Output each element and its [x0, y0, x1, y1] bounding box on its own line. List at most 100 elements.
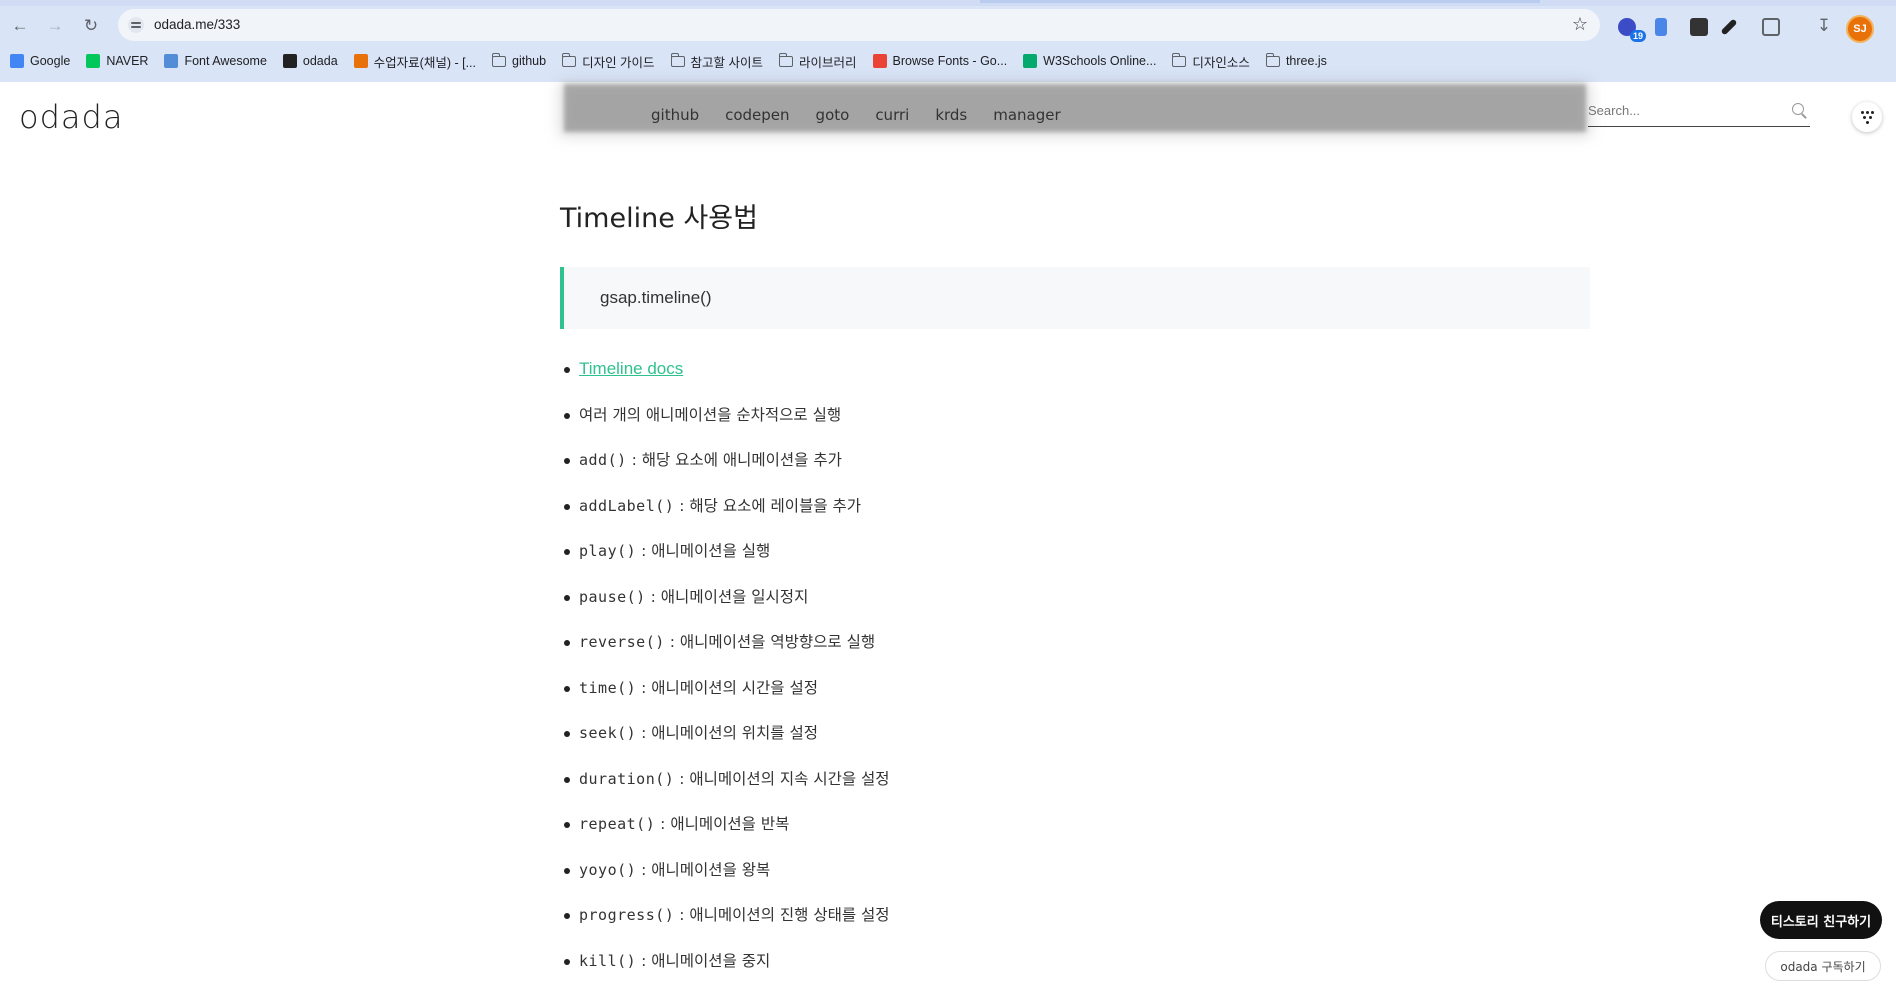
bookmark-item[interactable]: odada [282, 54, 338, 68]
method-code: yoyo() [579, 860, 637, 879]
list-item: seek() : 애니메이션의 위치를 설정 [560, 722, 890, 768]
bookmark-item[interactable]: 참고할 사이트 [670, 52, 764, 71]
bookmarks-bar: Google NAVER Font Awesome odada 수업자료(채널) - [… [0, 50, 1896, 72]
site-logo[interactable]: odada [19, 98, 123, 136]
list-item: addLabel() : 해당 요소에 레이블을 추가 [560, 495, 890, 541]
nav-manager[interactable]: manager [993, 106, 1060, 124]
bookmark-item[interactable]: NAVER [86, 54, 148, 68]
bookmark-item[interactable]: W3Schools Online... [1023, 54, 1156, 68]
method-code: progress() [579, 906, 675, 924]
bookmark-label: 수업자료(채널) - [... [373, 55, 476, 70]
nav-codepen[interactable]: codepen [725, 106, 789, 124]
flag-icon [164, 54, 179, 68]
nav-github[interactable]: github [651, 106, 699, 124]
reload-icon[interactable]: ↻ [79, 14, 103, 38]
method-code: time() [579, 678, 637, 697]
profile-avatar[interactable]: SJ [1846, 15, 1874, 43]
menu-grid-button[interactable] [1852, 102, 1882, 132]
list-item: Timeline docs [560, 358, 890, 404]
bookmark-label: three.js [1285, 54, 1327, 68]
back-icon[interactable]: ← [8, 14, 32, 38]
nav-goto[interactable]: goto [816, 106, 850, 124]
code-blockquote: gsap.timeline() [560, 267, 1590, 329]
timeline-docs-link[interactable]: Timeline docs [579, 359, 683, 378]
method-code: seek() [579, 724, 637, 742]
list-item: 여러 개의 애니메이션을 순차적으로 실행 [560, 404, 890, 450]
list-item: kill() : 애니메이션을 중지 [560, 950, 890, 996]
bookmark-item[interactable]: 디자인 가이드 [562, 52, 655, 71]
bookmark-label: Font Awesome [184, 54, 267, 68]
nav-curri[interactable]: curri [875, 106, 909, 124]
folder-icon [492, 52, 506, 67]
method-code: pause() [579, 587, 646, 606]
w3schools-icon [1023, 54, 1038, 68]
list-item: progress() : 애니메이션의 진행 상태를 설정 [560, 904, 890, 950]
method-code: repeat() [579, 815, 656, 833]
list-item: duration() : 애니메이션의 지속 시간을 설정 [560, 768, 890, 814]
bookmark-label: 라이브러리 [799, 55, 857, 70]
method-description: 여러 개의 애니메이션을 순차적으로 실행 [579, 405, 842, 424]
google-icon [10, 54, 24, 68]
bookmark-star-icon[interactable]: ☆ [1572, 14, 1588, 35]
odada-icon [282, 54, 297, 68]
method-code: addLabel() [579, 496, 675, 515]
bookmark-item[interactable]: 수업자료(채널) - [... [353, 52, 476, 71]
method-code: duration() [579, 769, 675, 788]
list-item: repeat() : 애니메이션을 반복 [560, 813, 890, 859]
extension-capture-icon[interactable] [1690, 18, 1708, 36]
tistory-friend-button[interactable]: 티스토리 친구하기 [1760, 901, 1882, 939]
extension-badge: 19 [1630, 30, 1647, 42]
bookmark-item[interactable]: github [492, 52, 546, 68]
eyedropper-icon[interactable] [1720, 18, 1738, 36]
bookmark-label: W3Schools Online... [1043, 54, 1157, 68]
site-info-icon[interactable] [128, 17, 144, 33]
search-input[interactable] [1588, 96, 1778, 124]
bookmark-item[interactable]: three.js [1265, 52, 1327, 68]
quote-text: gsap.timeline() [600, 288, 712, 307]
method-list: Timeline docs 여러 개의 애니메이션을 순차적으로 실행 add()… [560, 358, 890, 995]
extension-docs-icon[interactable] [1655, 18, 1667, 36]
bookmark-item[interactable]: 디자인소스 [1172, 52, 1250, 71]
folder-icon [1265, 52, 1280, 67]
search-icon[interactable] [1792, 103, 1804, 115]
folder-icon [779, 52, 794, 67]
browser-toolbar: ← → ↻ odada.me/333 ☆ 19 ↧ SJ [0, 6, 1896, 44]
method-code: reverse() [579, 633, 665, 651]
method-description: : 애니메이션의 위치를 설정 [636, 724, 818, 742]
list-item: reverse() : 애니메이션을 역방향으로 실행 [560, 631, 890, 677]
folder-icon [562, 52, 577, 67]
forward-icon[interactable]: → [43, 14, 67, 38]
list-item: play() : 애니메이션을 실행 [560, 540, 890, 586]
method-description: : 해당 요소에 레이블을 추가 [674, 496, 862, 515]
method-description: : 애니메이션을 일시정지 [645, 587, 809, 606]
bookmark-item[interactable]: Google [10, 54, 70, 68]
method-code: kill() [579, 951, 637, 970]
method-description: : 애니메이션의 시간을 설정 [636, 678, 818, 697]
search-box [1588, 96, 1810, 127]
bookmark-label: odada [302, 54, 338, 68]
subscribe-button[interactable]: odada 구독하기 [1765, 951, 1881, 981]
method-description: : 애니메이션의 지속 시간을 설정 [674, 769, 890, 788]
url-text[interactable]: odada.me/333 [154, 17, 240, 32]
bookmark-label: 디자인 가이드 [582, 55, 655, 70]
browser-chrome: ← → ↻ odada.me/333 ☆ 19 ↧ SJ Google NAVER… [0, 0, 1896, 82]
method-description: : 해당 요소에 애니메이션을 추가 [626, 451, 842, 469]
bookmark-label: 디자인소스 [1192, 55, 1250, 70]
list-item: pause() : 애니메이션을 일시정지 [560, 586, 890, 632]
folder-icon [1172, 52, 1187, 67]
nav-krds[interactable]: krds [935, 106, 967, 124]
list-item: yoyo() : 애니메이션을 왕복 [560, 859, 890, 905]
bookmark-label: 참고할 사이트 [690, 55, 764, 70]
blog-page: odada github codepen goto curri krds man… [0, 82, 1896, 997]
app-icon [353, 54, 368, 68]
extensions-puzzle-icon[interactable] [1762, 18, 1780, 36]
bookmark-item[interactable]: Browse Fonts - Go... [872, 54, 1007, 68]
method-description: : 애니메이션을 역방향으로 실행 [664, 633, 876, 651]
folder-icon [670, 52, 685, 67]
bookmark-item[interactable]: Font Awesome [164, 54, 267, 68]
address-bar[interactable]: odada.me/333 ☆ [118, 9, 1600, 41]
bookmark-label: Google [30, 54, 71, 68]
method-description: : 애니메이션을 중지 [636, 951, 771, 970]
download-icon[interactable]: ↧ [1812, 14, 1836, 38]
bookmark-item[interactable]: 라이브러리 [779, 52, 857, 71]
